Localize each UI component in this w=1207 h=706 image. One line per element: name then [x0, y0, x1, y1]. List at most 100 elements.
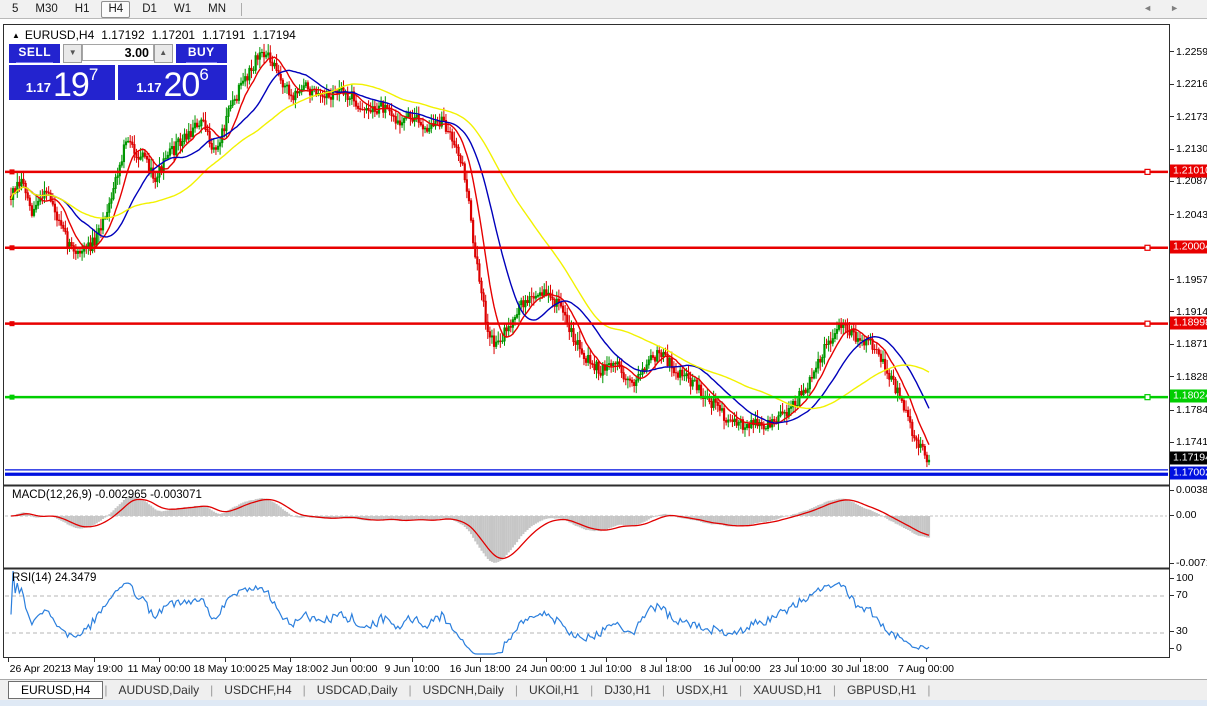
rsi-axis-label: 30: [1176, 625, 1188, 637]
candlestick-chart[interactable]: [4, 25, 1169, 657]
timeframe-button-mn[interactable]: MN: [203, 2, 231, 17]
timeframe-button-w1[interactable]: W1: [169, 2, 196, 17]
chart-tab-usdchf-h4[interactable]: USDCHF,H4: [214, 682, 301, 698]
price-axis-tick: [1170, 410, 1174, 411]
time-axis-tick: [926, 658, 927, 662]
time-axis-label: 18 May 10:00: [193, 663, 257, 675]
chart-plot-area[interactable]: [3, 24, 1170, 658]
chart-tab-usdcad-daily[interactable]: USDCAD,Daily: [307, 682, 408, 698]
timeframe-button-d1[interactable]: D1: [137, 2, 162, 17]
tab-separator: |: [927, 683, 930, 697]
chart-tab-gbpusd-h1[interactable]: GBPUSD,H1: [837, 682, 926, 698]
chart-tab-eurusd-h4[interactable]: EURUSD,H4: [8, 681, 103, 699]
rsi-axis-tick: [1170, 631, 1174, 632]
price-axis-label: 1.20430: [1176, 209, 1207, 221]
rsi-axis-label: 100: [1176, 572, 1194, 584]
buy-price-display[interactable]: 1.17 20 6: [118, 65, 227, 100]
time-axis-label: 16 Jun 18:00: [450, 663, 511, 675]
chart-tab-ukoil-h1[interactable]: UKOil,H1: [519, 682, 589, 698]
toolbar-separator: [241, 3, 242, 16]
volume-decrease-button[interactable]: ▼: [63, 44, 82, 63]
status-bar: [0, 700, 1207, 706]
price-line-label: 1.17002: [1170, 467, 1207, 480]
time-axis-tick: [159, 658, 160, 662]
sell-price-display[interactable]: 1.17 19 7: [9, 65, 115, 100]
volume-input[interactable]: [82, 44, 154, 61]
price-axis-label: 1.17840: [1176, 404, 1207, 416]
time-axis-tick: [732, 658, 733, 662]
rsi-axis-label: 0: [1176, 642, 1182, 654]
ohlc-low: 1.17191: [202, 28, 245, 42]
timeframe-button-m30[interactable]: M30: [30, 2, 62, 17]
rsi-axis-label: 70: [1176, 589, 1188, 601]
price-axis-tick: [1170, 84, 1174, 85]
mt4-terminal: { "toolbar": {"timeframes": ["5","M30","…: [0, 0, 1207, 706]
current-price-label: 1.17194: [1170, 452, 1207, 465]
price-line-label: 1.18998: [1170, 316, 1207, 329]
tab-separator: |: [303, 683, 306, 697]
time-axis-tick: [666, 658, 667, 662]
rsi-axis-tick: [1170, 595, 1174, 596]
tab-scroll-arrows[interactable]: ◄►: [1143, 3, 1197, 13]
price-axis-tick: [1170, 442, 1174, 443]
time-axis-tick: [546, 658, 547, 662]
chart-tab-usdcnh-daily[interactable]: USDCNH,Daily: [413, 682, 514, 698]
tab-separator: |: [739, 683, 742, 697]
price-axis-label: 1.21730: [1176, 111, 1207, 123]
macd-axis-label: -0.00719: [1176, 557, 1207, 569]
ohlc-high: 1.17201: [152, 28, 195, 42]
price-axis-tick: [1170, 344, 1174, 345]
time-axis-label: 16 Jul 00:00: [703, 663, 760, 675]
price-axis-label: 1.20870: [1176, 175, 1207, 187]
time-axis-tick: [412, 658, 413, 662]
time-axis-label: 2 Jun 00:00: [323, 663, 378, 675]
time-axis-label: 3 May 19:00: [65, 663, 123, 675]
time-axis-label: 23 Jul 10:00: [769, 663, 826, 675]
rsi-indicator-label: RSI(14) 24.3479: [12, 572, 96, 584]
sell-button[interactable]: SELL: [9, 44, 60, 63]
tab-separator: |: [662, 683, 665, 697]
macd-axis-tick: [1170, 515, 1174, 516]
time-axis-tick: [94, 658, 95, 662]
timeframe-button-h1[interactable]: H1: [70, 2, 95, 17]
time-axis-tick: [480, 658, 481, 662]
rsi-axis-tick: [1170, 578, 1174, 579]
chart-tab-audusd-daily[interactable]: AUDUSD,Daily: [108, 682, 209, 698]
price-axis-tick: [1170, 181, 1174, 182]
price-axis-label: 1.19140: [1176, 306, 1207, 318]
price-axis-tick: [1170, 214, 1174, 215]
macd-indicator-label: MACD(12,26,9) -0.002965 -0.003071: [12, 489, 202, 501]
timeframe-button-5[interactable]: 5: [7, 2, 23, 17]
price-axis-tick: [1170, 116, 1174, 117]
tab-separator: |: [515, 683, 518, 697]
time-axis-label: 26 Apr 2021: [10, 663, 67, 675]
time-axis-label: 7 Aug 00:00: [898, 663, 954, 675]
symbol-tab-bar: EURUSD,H4|AUDUSD,Daily|USDCHF,H4|USDCAD,…: [0, 679, 1207, 700]
timeframe-button-h4[interactable]: H4: [101, 1, 130, 18]
price-axis-tick: [1170, 279, 1174, 280]
chart-tab-xauusd-h1[interactable]: XAUUSD,H1: [743, 682, 832, 698]
price-axis-label: 1.17410: [1176, 436, 1207, 448]
price-line-label: 1.21010: [1170, 164, 1207, 177]
time-axis-label: 25 May 18:00: [258, 663, 322, 675]
time-axis-tick: [798, 658, 799, 662]
collapse-triangle-icon[interactable]: ▲: [12, 31, 20, 40]
buy-button[interactable]: BUY: [176, 44, 227, 63]
chart-tab-usdx-h1[interactable]: USDX,H1: [666, 682, 738, 698]
price-axis-label: 1.18710: [1176, 338, 1207, 350]
time-axis-label: 8 Jul 18:00: [640, 663, 691, 675]
time-axis-label: 1 Jul 10:00: [580, 663, 631, 675]
price-axis-label: 1.22160: [1176, 78, 1207, 90]
price-axis-tick: [1170, 149, 1174, 150]
time-axis-tick: [860, 658, 861, 662]
macd-axis-tick: [1170, 563, 1174, 564]
rsi-axis-tick: [1170, 648, 1174, 649]
one-click-trade-panel: SELL ▼ ▲ BUY 1.17 19 7 1.17 20 6: [9, 44, 227, 100]
price-line-label: 1.18024: [1170, 390, 1207, 403]
price-axis-tick: [1170, 376, 1174, 377]
time-axis-label: 9 Jun 10:00: [385, 663, 440, 675]
tab-separator: |: [210, 683, 213, 697]
volume-increase-button[interactable]: ▲: [154, 44, 173, 63]
chart-tab-dj30-h1[interactable]: DJ30,H1: [594, 682, 661, 698]
price-line-label: 1.20004: [1170, 240, 1207, 253]
